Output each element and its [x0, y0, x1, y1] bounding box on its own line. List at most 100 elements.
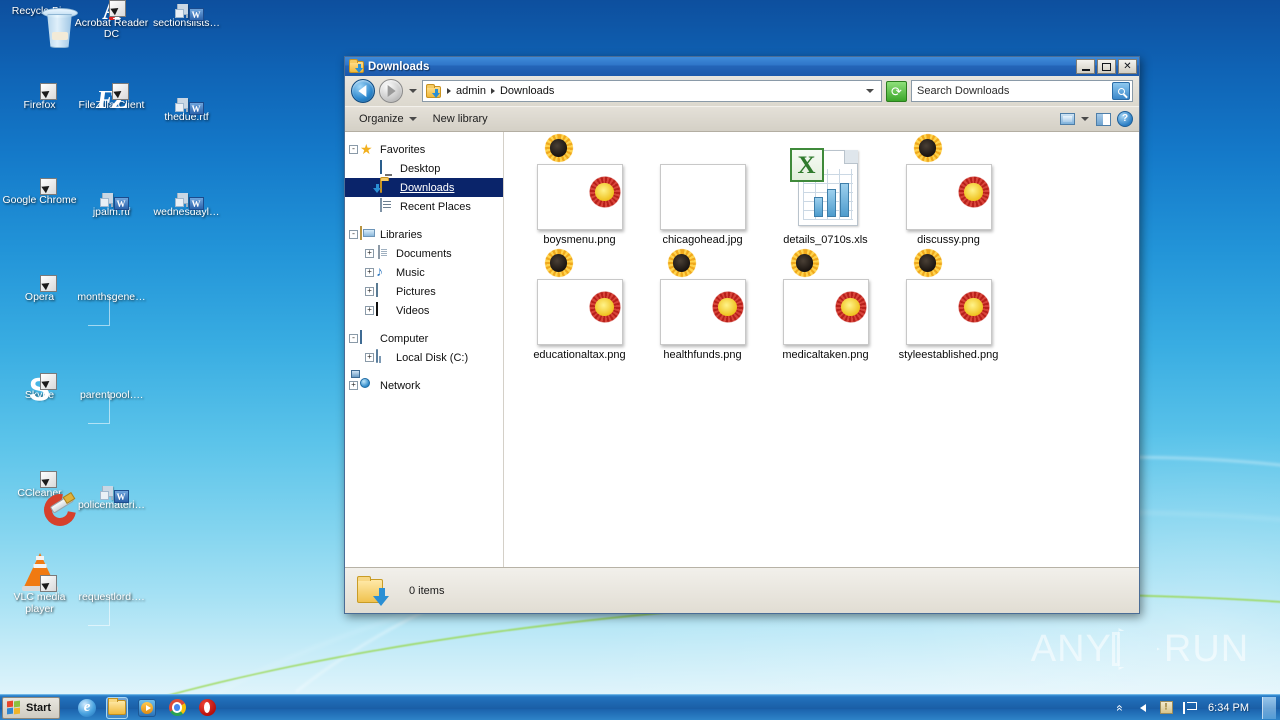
- volume-icon[interactable]: [1135, 700, 1151, 716]
- command-toolbar: Organize New library ?: [345, 106, 1139, 132]
- tree-group-gap: [345, 367, 503, 376]
- breadcrumb-separator-icon[interactable]: [447, 88, 451, 94]
- desktop-icon[interactable]: A Acrobat Reader DC: [74, 0, 149, 41]
- expander-icon[interactable]: -: [349, 334, 358, 343]
- sidebar-item-pictures[interactable]: + Pictures: [345, 282, 503, 301]
- desktop-icon[interactable]: S Skype: [2, 373, 77, 405]
- tree-group-gap: [345, 320, 503, 329]
- file-item[interactable]: chicagohead.jpg: [641, 144, 764, 253]
- desktop-icon[interactable]: monthsgene…: [74, 291, 149, 326]
- file-item[interactable]: educationaltax.png: [518, 243, 641, 368]
- sidebar-item-documents[interactable]: + Documents: [345, 244, 503, 263]
- desktop-icon[interactable]: FZ FileZilla Client: [74, 85, 149, 114]
- address-dropdown-icon[interactable]: [866, 89, 874, 93]
- sidebar-group-network[interactable]: + Network: [345, 370, 503, 395]
- search-icon[interactable]: [1112, 82, 1130, 100]
- desktop-icon[interactable]: requestlord….: [74, 591, 149, 626]
- show-hidden-icons-button[interactable]: «: [1112, 700, 1128, 716]
- explorer-window[interactable]: Downloads ✕ admin Downloads ⟳ Search Dow…: [344, 56, 1140, 614]
- desktop-icon[interactable]: parentpool….: [74, 389, 149, 424]
- desktop-icon[interactable]: Firefox: [2, 99, 77, 112]
- desktop-icon[interactable]: Recycle Bin: [2, 5, 78, 48]
- maximize-button[interactable]: [1097, 59, 1116, 74]
- windows-media-player-icon[interactable]: [136, 697, 158, 719]
- local-disk-icon: [376, 349, 392, 365]
- views-chevron-down-icon[interactable]: [1081, 117, 1089, 121]
- sidebar-item-videos[interactable]: + Videos: [345, 301, 503, 320]
- expander-icon[interactable]: +: [365, 268, 374, 277]
- breadcrumb-crumb-admin[interactable]: admin: [456, 85, 486, 97]
- file-item[interactable]: medicaltaken.png: [764, 243, 887, 368]
- desktop-icon[interactable]: Wpolicemateri…: [74, 486, 149, 511]
- minimize-button[interactable]: [1076, 59, 1095, 74]
- taskbar[interactable]: Start « 6:34 PM: [0, 694, 1280, 720]
- sidebar-group-favorites[interactable]: - ★ Favorites: [345, 140, 503, 159]
- desktop-icon[interactable]: Opera: [2, 291, 77, 304]
- system-tray: « 6:34 PM: [1112, 695, 1280, 720]
- desktop-icon-label: VLC media player: [13, 591, 66, 615]
- internet-explorer-icon[interactable]: [76, 697, 98, 719]
- desktop-icon-label: requestlord….: [78, 591, 145, 603]
- file-item[interactable]: boysmenu.png: [518, 132, 641, 253]
- network-flag-icon[interactable]: [1181, 700, 1197, 716]
- expander-icon[interactable]: -: [349, 230, 358, 239]
- file-item[interactable]: styleestablished.png: [887, 243, 1010, 368]
- file-item[interactable]: Xdetails_0710s.xls: [764, 144, 887, 253]
- desktop-icon[interactable]: Google Chrome: [2, 194, 77, 207]
- action-center-icon[interactable]: [1158, 700, 1174, 716]
- desktop-icon[interactable]: VLC media player: [2, 553, 77, 615]
- back-button[interactable]: [351, 79, 375, 103]
- breadcrumb-separator-icon[interactable]: [490, 88, 495, 94]
- desktop-icon[interactable]: Wwednesdayl…: [149, 193, 224, 218]
- desktop-icon[interactable]: Wjpalm.rtf: [74, 193, 149, 218]
- preview-pane-button[interactable]: [1092, 109, 1114, 129]
- recent-pages-button[interactable]: [407, 80, 418, 102]
- search-box[interactable]: [911, 80, 1133, 102]
- chrome-icon[interactable]: [166, 697, 188, 719]
- expander-icon[interactable]: +: [365, 353, 374, 362]
- clock[interactable]: 6:34 PM: [1204, 702, 1253, 714]
- search-input[interactable]: [917, 85, 1112, 97]
- sidebar-group-computer[interactable]: - Computer: [345, 329, 503, 348]
- sidebar-group-libraries[interactable]: - Libraries: [345, 225, 503, 244]
- expander-icon[interactable]: -: [349, 145, 358, 154]
- change-view-button[interactable]: [1056, 109, 1078, 129]
- refresh-button[interactable]: ⟳: [886, 80, 907, 102]
- desktop-icon[interactable]: Wsectionslists…: [149, 4, 224, 29]
- downloads-folder-icon: [355, 575, 391, 607]
- file-item[interactable]: healthfunds.png: [641, 243, 764, 368]
- file-explorer-icon[interactable]: [106, 696, 129, 719]
- sidebar-group-label: Network: [380, 379, 421, 392]
- window-titlebar[interactable]: Downloads ✕: [345, 57, 1139, 76]
- expander-icon[interactable]: +: [365, 287, 374, 296]
- tree-group-gap: [345, 216, 503, 225]
- desktop-icon[interactable]: CCleaner: [2, 487, 82, 533]
- sidebar-item-recent-places[interactable]: Recent Places: [345, 197, 503, 216]
- show-desktop-button[interactable]: [1262, 696, 1276, 719]
- forward-button[interactable]: [379, 79, 403, 103]
- expander-icon[interactable]: +: [365, 306, 374, 315]
- new-library-button[interactable]: New library: [425, 108, 496, 130]
- sidebar-item-desktop[interactable]: Desktop: [345, 159, 503, 178]
- preview-pane-icon: [1095, 112, 1111, 126]
- opera-icon[interactable]: [196, 697, 218, 719]
- organize-button[interactable]: Organize: [351, 108, 425, 130]
- network-icon: [351, 370, 376, 393]
- help-icon[interactable]: ?: [1117, 111, 1133, 127]
- sidebar-item-music[interactable]: + ♪ Music: [345, 263, 503, 282]
- sidebar-item-label: Videos: [396, 304, 430, 317]
- breadcrumb[interactable]: admin Downloads: [422, 80, 882, 102]
- file-item[interactable]: discussy.png: [887, 132, 1010, 253]
- start-button[interactable]: Start: [2, 696, 61, 719]
- breadcrumb-crumb-downloads[interactable]: Downloads: [500, 85, 554, 97]
- close-button[interactable]: ✕: [1118, 59, 1137, 74]
- downloads-folder-icon: [349, 58, 364, 74]
- expander-icon[interactable]: +: [349, 381, 358, 390]
- expander-icon[interactable]: +: [365, 249, 374, 258]
- desktop-icon[interactable]: Wthedue.rtf: [149, 98, 224, 123]
- navigation-pane[interactable]: - ★ Favorites Desktop Downloads Recent Places…: [345, 132, 504, 567]
- sidebar-item-downloads[interactable]: Downloads: [345, 178, 503, 197]
- file-list-pane[interactable]: boysmenu.png chicagohead.jpg Xdetails_0710…: [504, 132, 1139, 567]
- file-name-label: styleestablished.png: [898, 349, 999, 361]
- sidebar-item-local-disk-c[interactable]: + Local Disk (C:): [345, 348, 503, 367]
